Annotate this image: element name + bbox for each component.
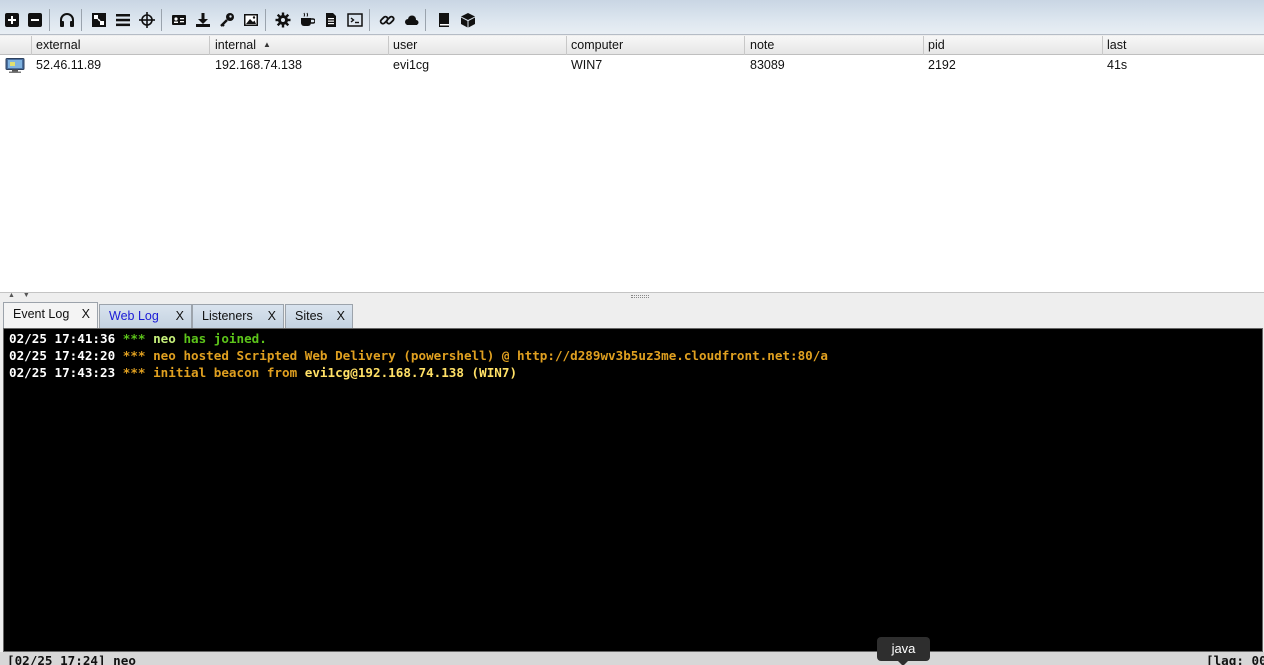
log-message: initial beacon from: [153, 365, 298, 380]
table-header: external internal ▲ user computer note pi…: [0, 36, 1264, 55]
column-header-user[interactable]: user: [388, 36, 567, 55]
target-crosshair-icon[interactable]: [137, 10, 157, 30]
key-icon[interactable]: [217, 10, 237, 30]
status-user: [02/25 17:24] neo: [7, 653, 136, 665]
column-header-icon[interactable]: [0, 36, 32, 55]
status-lag: [lag: 00: [1206, 653, 1264, 665]
book-icon[interactable]: [434, 10, 454, 30]
cloud-icon[interactable]: [401, 10, 421, 30]
toolbar-separator: [369, 9, 370, 31]
log-beacon-target: evi1cg@192.168.74.138 (WIN7): [304, 365, 518, 380]
toolbar-separator: [161, 9, 162, 31]
status-bar: [02/25 17:24] neo [lag: 00: [0, 652, 1264, 665]
plus-icon[interactable]: [2, 10, 22, 30]
cell-note: 83089: [750, 58, 785, 72]
beacon-computer-icon: [5, 58, 25, 73]
column-header-internal[interactable]: internal ▲: [210, 36, 389, 55]
tab-event-log[interactable]: Event Log X: [3, 302, 98, 329]
bottom-tab-bar: Event Log X Web Log X Listeners X Sites …: [0, 302, 1264, 329]
cell-last: 41s: [1107, 58, 1128, 72]
column-header-pid[interactable]: pid: [923, 36, 1103, 55]
headphones-icon[interactable]: [57, 10, 77, 30]
tab-close-button[interactable]: X: [82, 303, 90, 325]
log-stars: ***: [122, 331, 146, 346]
log-line: 02/25 17:42:20 *** neo hosted Scripted W…: [9, 347, 828, 364]
cobalt-strike-window: external internal ▲ user computer note pi…: [0, 0, 1264, 665]
log-user: neo: [153, 331, 176, 346]
tab-listeners[interactable]: Listeners X: [192, 304, 284, 328]
table-row[interactable]: 52.46.11.89 192.168.74.138 evi1cg WIN7 8…: [0, 56, 1264, 75]
coffee-cup-icon[interactable]: [297, 10, 317, 30]
column-header-note[interactable]: note: [745, 36, 924, 55]
log-timestamp: 02/25 17:43:23: [9, 365, 116, 380]
sessions-table: external internal ▲ user computer note pi…: [0, 36, 1264, 292]
collapse-arrows-icon[interactable]: ▲▼: [8, 292, 38, 299]
log-stars: ***: [122, 365, 146, 380]
column-header-last[interactable]: last: [1102, 36, 1264, 55]
log-message: has joined.: [183, 331, 267, 346]
link-icon[interactable]: [377, 10, 397, 30]
toolbar-separator: [265, 9, 266, 31]
toolbar-separator: [81, 9, 82, 31]
dock-tooltip: java: [877, 637, 930, 665]
gear-icon[interactable]: [273, 10, 293, 30]
column-header-computer[interactable]: computer: [566, 36, 745, 55]
tab-sites[interactable]: Sites X: [285, 304, 353, 328]
minus-icon[interactable]: [25, 10, 45, 30]
pivot-graph-icon[interactable]: [89, 10, 109, 30]
document-icon[interactable]: [321, 10, 341, 30]
toolbar-separator: [425, 9, 426, 31]
cell-pid: 2192: [928, 58, 956, 72]
cell-computer: WIN7: [571, 58, 603, 72]
cell-user: evi1cg: [393, 58, 430, 72]
tab-web-log[interactable]: Web Log X: [99, 304, 192, 328]
main-toolbar: [0, 0, 1264, 35]
cell-external: 52.46.11.89: [36, 58, 102, 72]
tab-close-button[interactable]: X: [337, 305, 345, 327]
sort-ascending-icon: ▲: [263, 40, 271, 49]
column-header-external[interactable]: external: [31, 36, 210, 55]
log-user: neo: [153, 348, 176, 363]
event-log-console[interactable]: 02/25 17:41:36 *** neo has joined. 02/25…: [3, 328, 1263, 652]
drag-grip-icon[interactable]: [631, 295, 649, 298]
terminal-icon[interactable]: [345, 10, 365, 30]
log-message: hosted Scripted Web Delivery (powershell…: [183, 348, 828, 363]
split-pane-divider[interactable]: ▲▼: [0, 292, 1264, 301]
log-line: 02/25 17:41:36 *** neo has joined.: [9, 330, 267, 347]
cell-internal: 192.168.74.138: [215, 58, 302, 72]
session-table-icon[interactable]: [113, 10, 133, 30]
image-icon[interactable]: [241, 10, 261, 30]
log-stars: ***: [122, 348, 146, 363]
tab-label: Web Log: [109, 309, 159, 323]
download-icon[interactable]: [193, 10, 213, 30]
tab-close-button[interactable]: X: [268, 305, 276, 327]
package-icon[interactable]: [458, 10, 478, 30]
tab-label: Listeners: [202, 309, 253, 323]
log-timestamp: 02/25 17:42:20: [9, 348, 116, 363]
toolbar-separator: [49, 9, 50, 31]
credentials-icon[interactable]: [169, 10, 189, 30]
tab-close-button[interactable]: X: [176, 305, 184, 327]
log-timestamp: 02/25 17:41:36: [9, 331, 116, 346]
log-line: 02/25 17:43:23 *** initial beacon from e…: [9, 364, 517, 381]
tab-label: Sites: [295, 309, 323, 323]
tab-label: Event Log: [13, 307, 70, 321]
